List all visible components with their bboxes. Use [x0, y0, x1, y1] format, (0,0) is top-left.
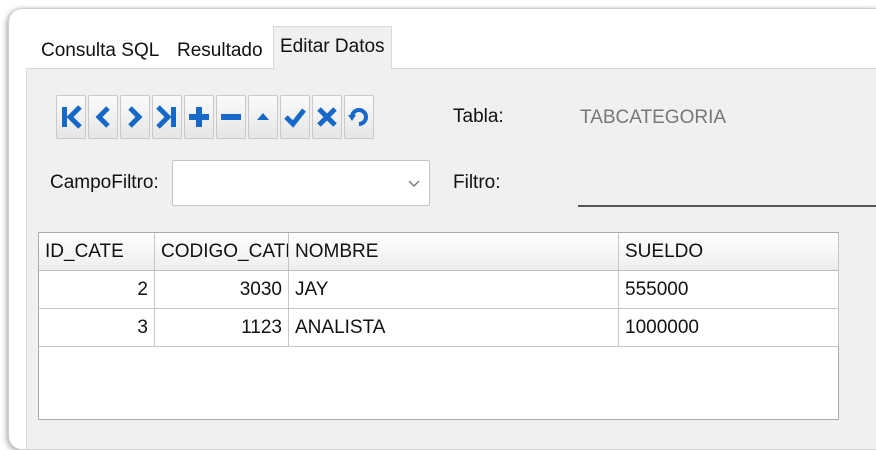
column-header-codigo-cate[interactable]: CODIGO_CATE: [155, 233, 289, 271]
first-record-icon: [62, 105, 82, 129]
cell-id-cate[interactable]: 3: [39, 309, 155, 347]
cell-sueldo[interactable]: 1000000: [619, 309, 839, 347]
plus-icon: [189, 107, 209, 127]
cancel-edit-button[interactable]: [312, 95, 342, 139]
tabla-value-field: TABCATEGORIA: [580, 96, 876, 140]
refresh-icon: [348, 108, 368, 126]
refresh-data-button[interactable]: [344, 95, 374, 139]
cell-nombre[interactable]: ANALISTA: [289, 309, 619, 347]
insert-record-button[interactable]: [184, 95, 214, 139]
delete-record-button[interactable]: [216, 95, 246, 139]
last-record-icon: [156, 105, 176, 129]
last-record-button[interactable]: [152, 95, 182, 139]
cell-id-cate[interactable]: 2: [39, 271, 155, 309]
edit-record-button[interactable]: [248, 95, 278, 139]
filtro-underline: [578, 205, 876, 207]
tab-editar-datos[interactable]: Editar Datos: [273, 26, 392, 70]
cell-codigo-cate[interactable]: 3030: [155, 271, 289, 309]
cell-nombre[interactable]: JAY: [289, 271, 619, 309]
prior-record-icon: [95, 106, 110, 128]
tab-consulta-sql[interactable]: Consulta SQL: [35, 34, 165, 68]
post-record-button[interactable]: [280, 95, 310, 139]
tabla-label: Tabla:: [453, 106, 504, 127]
prior-record-button[interactable]: [88, 95, 118, 139]
cell-sueldo[interactable]: 555000: [619, 271, 839, 309]
data-grid[interactable]: ID_CATE CODIGO_CATE NOMBRE SUELDO 2 3030…: [38, 232, 839, 420]
column-header-id-cate[interactable]: ID_CATE: [39, 233, 155, 271]
filtro-input[interactable]: [578, 162, 876, 204]
next-record-icon: [128, 106, 143, 128]
next-record-button[interactable]: [120, 95, 150, 139]
chevron-down-icon[interactable]: [407, 173, 421, 193]
cell-codigo-cate[interactable]: 1123: [155, 309, 289, 347]
caret-up-icon: [257, 113, 269, 120]
filtro-label: Filtro:: [453, 172, 501, 193]
first-record-button[interactable]: [56, 95, 86, 139]
tab-resultado[interactable]: Resultado: [171, 34, 269, 68]
column-header-nombre[interactable]: NOMBRE: [289, 233, 619, 271]
tabla-value: TABCATEGORIA: [580, 107, 727, 128]
column-header-sueldo[interactable]: SUELDO: [619, 233, 839, 271]
campo-filtro-label: CampoFiltro:: [50, 172, 159, 193]
checkmark-icon: [284, 108, 306, 128]
minus-icon: [221, 114, 241, 120]
campo-filtro-select[interactable]: [172, 160, 430, 206]
x-icon: [317, 107, 337, 127]
